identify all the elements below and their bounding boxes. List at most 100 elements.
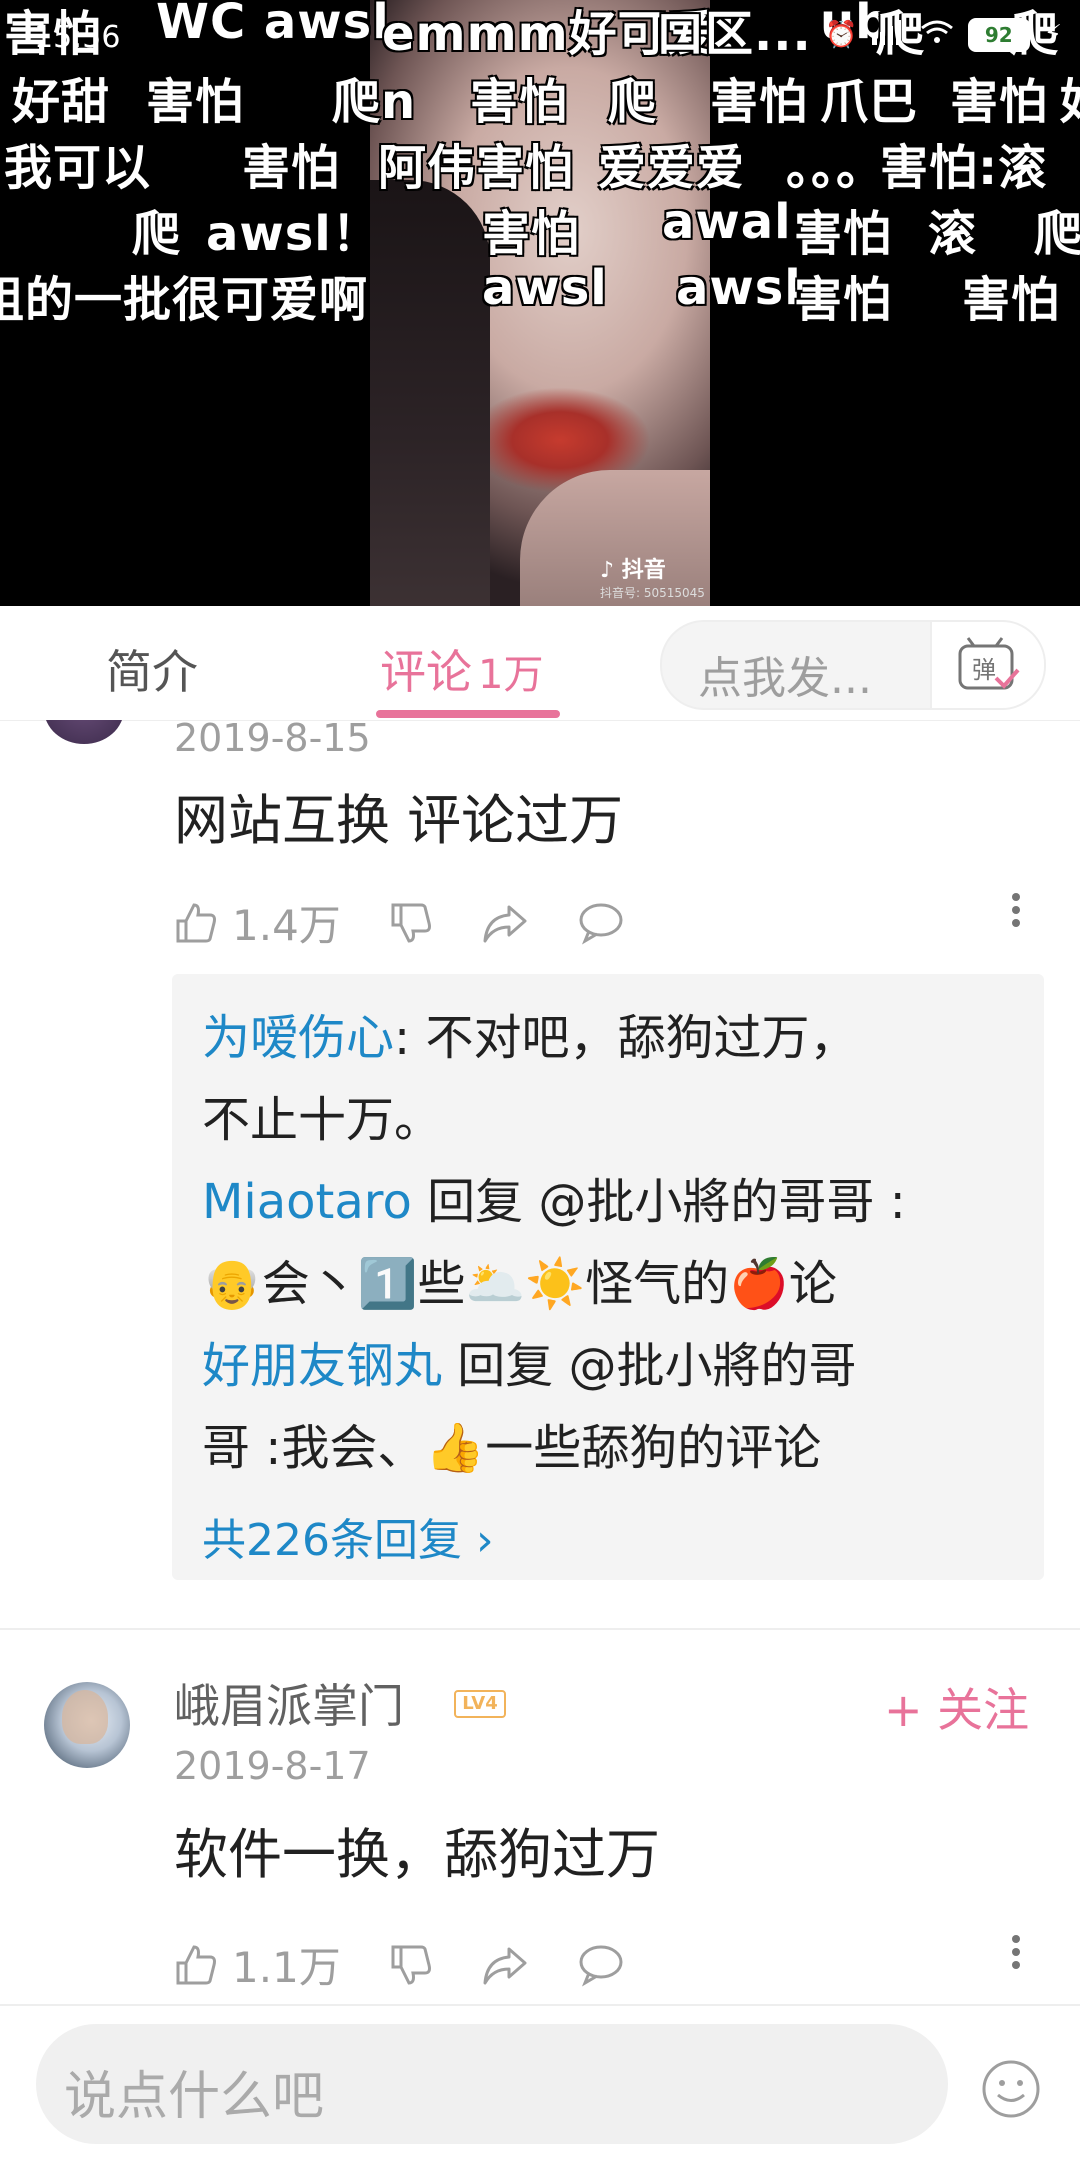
- reply-line: Miaotaro 回复 @批小將的哥哥 :: [202, 1162, 906, 1232]
- divider: [0, 1628, 1080, 1630]
- comment-date: 2019-8-15: [174, 720, 371, 760]
- danmaku: 害怕: [146, 74, 245, 130]
- danmaku: awal: [662, 194, 792, 250]
- thumbs-down-icon: [391, 1945, 431, 1985]
- danmaku: 爪巴: [820, 74, 919, 130]
- battery-icon: 92: [967, 18, 1030, 52]
- comment-bubble-icon: [579, 903, 623, 944]
- tab-intro-label: 简介: [106, 645, 198, 699]
- reply-text: : 不对吧，舔狗过万，: [394, 1010, 858, 1066]
- danmaku: 我可以: [4, 140, 152, 196]
- dislike-button[interactable]: [389, 1943, 433, 1987]
- comment-text: 网站互换 评论过万: [174, 789, 624, 852]
- tab-comments[interactable]: 评论 1万: [380, 636, 543, 702]
- thumbs-up-icon: [176, 1944, 216, 1984]
- danmaku-input-placeholder: 点我发...: [698, 653, 872, 704]
- comments-count: 1万: [478, 652, 544, 698]
- danmaku: 害怕: [950, 74, 1049, 130]
- signal-icon: [871, 19, 906, 52]
- comment-input[interactable]: 说点什么吧: [36, 2024, 948, 2144]
- danmaku-toggle-button[interactable]: 弹: [930, 622, 1044, 708]
- danmaku: 害怕: [794, 272, 893, 328]
- comment-input-placeholder: 说点什么吧: [64, 2067, 325, 2127]
- danmaku: 爬: [132, 206, 182, 262]
- reply-author[interactable]: 好朋友钢丸: [202, 1338, 442, 1394]
- like-count: 1.4万: [232, 901, 341, 950]
- more-menu-icon[interactable]: [1012, 1930, 1024, 1974]
- danmaku: 害怕: [470, 74, 569, 130]
- status-bar: 15:56 ⏰ 92 ⚡: [0, 0, 1080, 70]
- danmaku: 爱爱爱: [598, 140, 746, 196]
- reply-preview-box[interactable]: 为嗳伤心: 不对吧，舔狗过万， 不止十万。 Miaotaro 回复 @批小將的哥…: [172, 974, 1044, 1580]
- danmaku: 害怕: [242, 140, 341, 196]
- danmaku: 害怕: [482, 206, 581, 262]
- share-button[interactable]: [481, 1943, 529, 1987]
- danmaku: 害怕: [794, 206, 893, 262]
- danmaku-button-glyph: 弹: [972, 656, 996, 684]
- danmaku: awsl: [482, 260, 608, 316]
- tab-active-indicator: [376, 710, 560, 718]
- danmaku: 滚: [928, 206, 978, 262]
- danmaku: 爬: [1034, 206, 1080, 262]
- comment-actions: 1.4万: [174, 892, 673, 953]
- danmaku: 爬: [608, 74, 658, 130]
- level-badge: LV4: [454, 1690, 506, 1718]
- charging-icon: ⚡: [1043, 20, 1062, 50]
- danmaku: 阿伟害怕: [378, 140, 575, 196]
- danmaku-input[interactable]: 点我发... 弹: [660, 620, 1046, 710]
- more-menu-icon[interactable]: [1012, 888, 1024, 932]
- like-count: 1.1万: [232, 1943, 341, 1992]
- like-button[interactable]: 1.1万: [174, 1934, 341, 1995]
- emoji-button[interactable]: [980, 2058, 1042, 2124]
- tab-intro[interactable]: 简介: [106, 636, 198, 702]
- video-figure-hair: [370, 180, 490, 606]
- status-icons: ⏰ 92 ⚡: [825, 18, 1062, 52]
- reply-button[interactable]: [577, 901, 625, 945]
- danmaku: 好甜: [12, 74, 111, 130]
- reply-text: 回复 @批小將的哥: [442, 1338, 857, 1394]
- reply-line-continued: 不止十万。: [202, 1092, 443, 1148]
- reply-line-continued: 👴会丶1️⃣些🌥️☀️怪气的🍎论: [202, 1256, 837, 1312]
- reply-author[interactable]: Miaotaro: [202, 1174, 412, 1230]
- douyin-id: 抖音号: 50515045: [600, 586, 705, 600]
- danmaku: 害怕:滚: [880, 140, 1048, 196]
- comment-compose-bar: 说点什么吧: [0, 2004, 1080, 2162]
- reply-line: 为嗳伤心: 不对吧，舔狗过万，: [202, 998, 857, 1068]
- dislike-button[interactable]: [389, 901, 433, 945]
- danmaku: 好: [1060, 62, 1080, 132]
- reply-text: 回复 @批小將的哥哥 :: [411, 1174, 906, 1230]
- danmaku: 害怕: [710, 74, 809, 130]
- like-button[interactable]: 1.4万: [174, 892, 341, 953]
- danmaku: 害怕: [962, 272, 1061, 328]
- danmaku: 爬n: [332, 74, 417, 130]
- reply-line: 好朋友钢丸 回复 @批小將的哥: [202, 1326, 857, 1396]
- comment-date: 2019-8-17: [174, 1744, 371, 1788]
- danmaku-icon: 弹: [958, 637, 1020, 690]
- share-icon: [483, 905, 527, 942]
- reply-line-continued: 哥 :我会、👍一些舔狗的评论: [202, 1420, 822, 1476]
- thumbs-down-icon: [391, 903, 431, 943]
- wifi-icon: [920, 19, 954, 52]
- share-button[interactable]: [481, 901, 529, 945]
- reply-button[interactable]: [577, 1943, 625, 1987]
- tab-comments-label: 评论: [380, 645, 472, 699]
- danmaku: awsl！: [206, 206, 381, 262]
- reply-author[interactable]: 为嗳伤心: [202, 1010, 394, 1066]
- smiley-face-icon: [982, 2060, 1040, 2118]
- comment-bubble-icon: [579, 1945, 623, 1986]
- avatar[interactable]: [44, 1682, 130, 1768]
- share-icon: [483, 1947, 527, 1984]
- danmaku: awsl: [676, 260, 802, 316]
- view-all-replies-link[interactable]: 共226条回复 ›: [202, 1504, 494, 1568]
- danmaku: 组的一批很可爱啊: [0, 272, 369, 328]
- thumbs-up-icon: [176, 902, 216, 942]
- status-time: 15:56: [34, 20, 121, 55]
- follow-button[interactable]: + 关注: [884, 1674, 1029, 1740]
- comment-author[interactable]: 峨眉派掌门: [174, 1670, 404, 1736]
- alarm-icon: ⏰: [825, 20, 858, 50]
- comment-text: 软件一换，舔狗过万: [174, 1823, 660, 1886]
- comment-list[interactable]: 2019-8-15 网站互换 评论过万 1.4万 为嗳伤心: 不对吧，舔狗过万，…: [0, 720, 1080, 2020]
- avatar[interactable]: [44, 720, 124, 744]
- comment-actions: 1.1万: [174, 1934, 673, 1995]
- video-player[interactable]: ♪ 抖音 抖音号: 50515045 害怕 WC awsl emmm好可爱！ 口…: [0, 0, 1080, 606]
